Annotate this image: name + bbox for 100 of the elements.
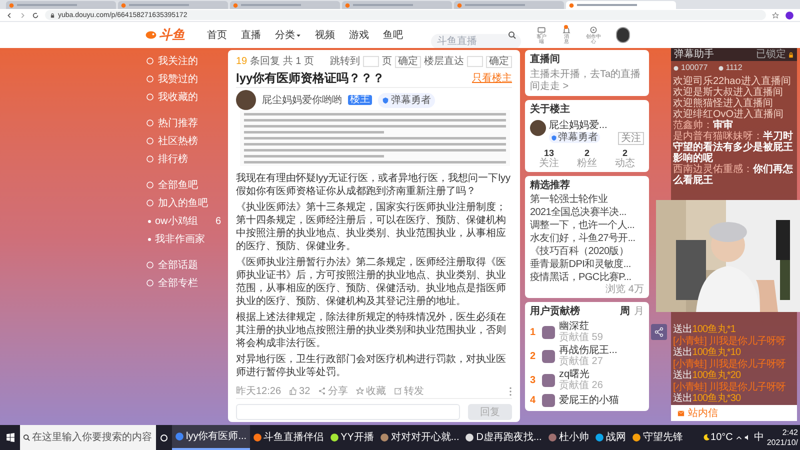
weather-status: 10°C bbox=[702, 430, 733, 445]
forward-icon bbox=[394, 387, 402, 395]
chat-message: 范鑫帅：审审 bbox=[673, 120, 733, 131]
contribution-score: 贡献值 26 bbox=[559, 380, 603, 391]
sidebar-item[interactable]: 社区热榜 bbox=[146, 132, 225, 150]
sidebar-item[interactable]: 我关注的 bbox=[146, 52, 225, 70]
app-icon bbox=[632, 433, 641, 442]
recommend-link[interactable]: 疫情黑话，PGC比赛P... bbox=[530, 271, 644, 284]
browser-tab[interactable] bbox=[566, 1, 676, 9]
user-badge: 弹幕勇者 bbox=[378, 92, 435, 108]
taskbar-item[interactable]: 杜小帅 bbox=[544, 425, 592, 450]
confirm-button[interactable]: 确定 bbox=[486, 56, 512, 68]
taskbar-item[interactable]: 战网 bbox=[592, 425, 629, 450]
input-method[interactable]: 中 bbox=[754, 430, 764, 445]
reply-field[interactable] bbox=[236, 404, 460, 420]
recommend-link[interactable]: 垂青最新DPI和灵敏度... bbox=[530, 258, 644, 271]
recommend-link[interactable]: 第一轮强士轮作业 bbox=[530, 193, 644, 206]
post-paragraph: 对异地行医，卫生行政部门会对医疗机构进行罚款，对执业医师进行暂停执业等处罚。 bbox=[236, 353, 507, 379]
floor-input[interactable] bbox=[467, 56, 483, 67]
search-field[interactable]: 斗鱼直播 bbox=[431, 34, 521, 48]
sidebar-item[interactable]: 我赞过的 bbox=[146, 70, 225, 88]
gift-message: 送出100鱼丸*1 bbox=[673, 324, 737, 335]
taskbar-item[interactable]: 斗鱼直播伴侣 bbox=[250, 425, 327, 450]
recommend-link[interactable]: 《技巧百科（2020版） bbox=[530, 245, 644, 258]
favicon-icon bbox=[233, 2, 238, 8]
chat-message: 西南边灵佑重感：你们再怎么看屁王 bbox=[673, 164, 794, 186]
recommend-link[interactable]: 调整一下，也许一个人... bbox=[530, 219, 644, 232]
nav-link[interactable]: 直播 bbox=[241, 28, 261, 42]
sidebar-item[interactable]: 全部鱼吧 bbox=[146, 176, 225, 194]
sidebar-item[interactable]: ow小鸡组 6 bbox=[146, 212, 225, 230]
gift-message: [小青蛙] 川我是你儿子呀呀 送出100鱼丸*20 bbox=[673, 359, 787, 381]
search-field[interactable]: 在这里输入你要搜索的内容 bbox=[20, 425, 156, 450]
avatar bbox=[542, 394, 555, 407]
bell-icon bbox=[562, 26, 571, 34]
taskbar-item[interactable]: lyy你有医师... bbox=[172, 425, 250, 450]
share-button[interactable] bbox=[651, 324, 667, 340]
forward-icon bbox=[19, 12, 26, 18]
user-name: zq曙光 bbox=[559, 369, 591, 380]
moon-icon bbox=[702, 434, 710, 441]
follow-button[interactable]: 关注 bbox=[618, 132, 644, 145]
taskbar-item[interactable]: 守望先锋 bbox=[628, 425, 686, 450]
circle-icon bbox=[146, 75, 154, 83]
reply-count: 19 bbox=[236, 55, 248, 69]
page-input[interactable] bbox=[363, 56, 379, 67]
circle-icon bbox=[146, 279, 154, 287]
sidebar-item[interactable]: 我收藏的 bbox=[146, 88, 225, 106]
site-logo[interactable]: 斗鱼 bbox=[145, 25, 185, 45]
card-title: 用户贡献榜 bbox=[530, 305, 581, 319]
ranking-tab[interactable]: 周 bbox=[620, 305, 630, 319]
nav-link[interactable]: 视频 bbox=[315, 28, 335, 42]
nav-link[interactable]: 分类 bbox=[275, 28, 301, 42]
post-title: lyy你有医师资格证吗？？？ bbox=[236, 70, 386, 87]
nav-link[interactable]: 首页 bbox=[207, 28, 227, 42]
recommend-link[interactable]: 水友们好，斗鱼27号开... bbox=[530, 232, 644, 245]
jump-label: 跳转到 bbox=[330, 54, 360, 69]
author-name[interactable]: 屁尘妈妈爱你哟哟 bbox=[262, 92, 342, 108]
shield-icon bbox=[382, 96, 389, 104]
chat-message: 欢迎司乐22hao进入直播间 bbox=[673, 76, 792, 87]
favicon-icon bbox=[457, 2, 462, 8]
mail-icon bbox=[677, 410, 685, 416]
browser-tab[interactable] bbox=[6, 1, 116, 9]
search-icon bbox=[508, 31, 516, 39]
gift-message: [小青蛙] 川我是你儿子呀呀 送出100鱼丸*10 bbox=[673, 336, 787, 358]
sidebar-item[interactable]: 加入的鱼吧 bbox=[146, 194, 225, 212]
recommend-link[interactable]: 2021全国总决赛半决... bbox=[530, 206, 644, 219]
avatar[interactable] bbox=[616, 27, 630, 43]
browser-tab[interactable] bbox=[454, 1, 564, 9]
circle-icon bbox=[146, 181, 154, 189]
live-room-link[interactable]: 主播未开播，去Ta的直播间走走 > bbox=[530, 69, 644, 93]
sidebar-item[interactable]: 热门推荐 bbox=[146, 114, 225, 132]
author-name[interactable]: 屁尘妈妈爱... bbox=[549, 120, 644, 131]
card-title: 精选推荐 bbox=[530, 179, 571, 193]
browser-tab[interactable] bbox=[230, 1, 340, 9]
circle-icon bbox=[146, 93, 154, 101]
circle-icon bbox=[146, 261, 154, 269]
app-icon bbox=[548, 433, 557, 442]
stat-value: 2 bbox=[622, 148, 628, 158]
circle-icon bbox=[160, 434, 168, 442]
gift-message: [小青蛙] 川我是你儿子呀呀 送出100鱼丸*30 bbox=[673, 382, 787, 404]
browser-tab[interactable] bbox=[118, 1, 228, 9]
taskbar-item[interactable]: D虚再跑夜找... bbox=[462, 425, 545, 450]
taskbar-item[interactable]: YY开播 bbox=[326, 425, 377, 450]
confirm-button[interactable]: 确定 bbox=[395, 56, 421, 68]
post-time: 昨天12:26 bbox=[236, 384, 282, 398]
sidebar-item[interactable]: 全部话题 bbox=[146, 256, 225, 274]
sidebar-item[interactable]: 排行榜 bbox=[146, 150, 225, 168]
clock[interactable]: 2:42 2021/10/ bbox=[766, 428, 798, 448]
app-icon bbox=[252, 433, 262, 442]
nav-link[interactable]: 游戏 bbox=[349, 28, 369, 42]
nav-link[interactable]: 鱼吧 bbox=[383, 28, 403, 42]
user-name: 幽深荭 bbox=[559, 321, 590, 332]
sidebar-item[interactable]: 我非作画家 bbox=[146, 230, 225, 248]
taskbar-item[interactable]: 对对对开心就... bbox=[376, 425, 462, 450]
rank-number: 2 bbox=[530, 350, 537, 364]
avatar bbox=[542, 374, 555, 386]
post-paragraph: 《医师执业注册暂行办法》第二条规定，医师经注册取得《医师执业证书》后，方可按照注册的执业地点、执业类别、执业范围，从事相应的医疗、预防、保健活动。执业地点是指医师执业的医疗、预防、保健机构及其登记注册的地址。 bbox=[236, 256, 507, 308]
contribution-score: 贡献值 59 bbox=[559, 332, 603, 343]
sidebar-item[interactable]: 全部专栏 bbox=[146, 274, 225, 292]
browser-tab[interactable] bbox=[342, 1, 452, 9]
pin-icon bbox=[588, 26, 598, 34]
